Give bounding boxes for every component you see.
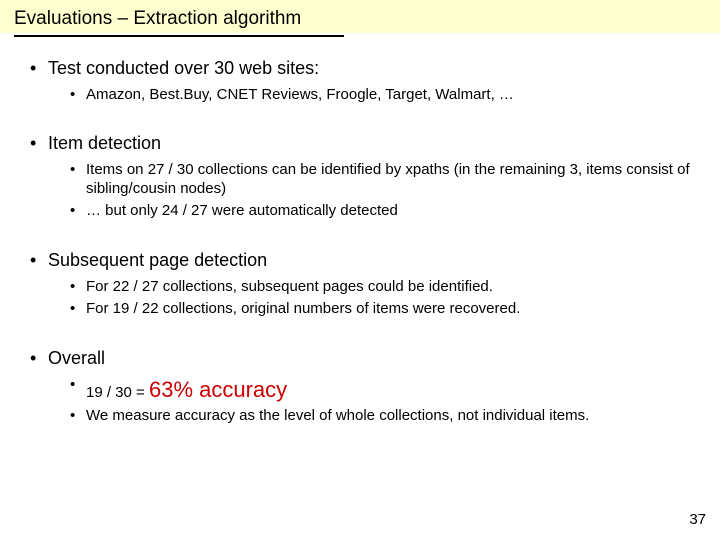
sub-list: For 22 / 27 collections, subsequent page…: [70, 278, 692, 320]
section-subsequent-page: Subsequent page detection For 22 / 27 co…: [28, 249, 692, 319]
sub-text: … but only 24 / 27 were automatically de…: [86, 202, 398, 219]
sub-text: We measure accuracy as the level of whol…: [86, 407, 589, 424]
sub-item: We measure accuracy as the level of whol…: [70, 407, 692, 426]
section-item-detection: Item detection Items on 27 / 30 collecti…: [28, 132, 692, 221]
slide-title: Evaluations – Extraction algorithm: [14, 8, 301, 29]
sub-item: … but only 24 / 27 were automatically de…: [70, 202, 692, 221]
accuracy-highlight: 63% accuracy: [149, 377, 287, 402]
sub-text: For 19 / 22 collections, original number…: [86, 300, 520, 317]
sub-text: For 22 / 27 collections, subsequent page…: [86, 278, 493, 295]
accuracy-prefix: 19 / 30 =: [86, 384, 149, 401]
sub-item: For 22 / 27 collections, subsequent page…: [70, 278, 692, 297]
section-overall: Overall 19 / 30 = 63% accuracy We measur…: [28, 347, 692, 426]
slide-title-band: Evaluations – Extraction algorithm: [0, 0, 720, 33]
sub-list: Amazon, Best.Buy, CNET Reviews, Froogle,…: [70, 86, 692, 105]
sub-item: Amazon, Best.Buy, CNET Reviews, Froogle,…: [70, 86, 692, 105]
sub-text: Amazon, Best.Buy, CNET Reviews, Froogle,…: [86, 86, 514, 103]
sub-list: 19 / 30 = 63% accuracy We measure accura…: [70, 376, 692, 426]
slide-content: Test conducted over 30 web sites: Amazon…: [0, 37, 720, 426]
bullet-list: Test conducted over 30 web sites: Amazon…: [28, 57, 692, 426]
sub-item: Items on 27 / 30 collections can be iden…: [70, 161, 692, 199]
sub-list: Items on 27 / 30 collections can be iden…: [70, 161, 692, 221]
section-heading: Subsequent page detection: [48, 250, 267, 270]
section-heading: Overall: [48, 348, 105, 368]
sub-item-accuracy: 19 / 30 = 63% accuracy: [70, 376, 692, 404]
sub-item: For 19 / 22 collections, original number…: [70, 300, 692, 319]
section-heading: Test conducted over 30 web sites:: [48, 58, 319, 78]
page-number: 37: [689, 511, 706, 528]
section-test-conducted: Test conducted over 30 web sites: Amazon…: [28, 57, 692, 104]
slide: Evaluations – Extraction algorithm Test …: [0, 0, 720, 540]
section-heading: Item detection: [48, 133, 161, 153]
sub-text: Items on 27 / 30 collections can be iden…: [86, 161, 690, 197]
